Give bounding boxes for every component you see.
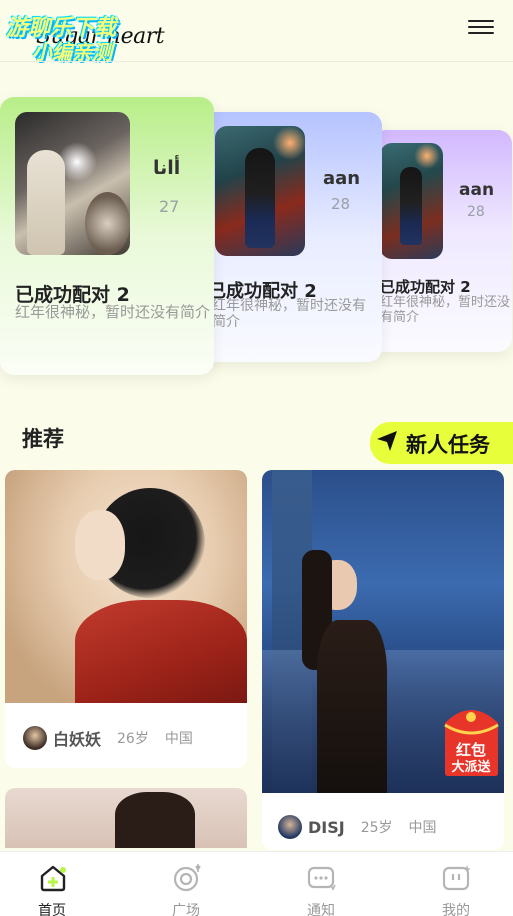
tab-notification-label: 通知 [307,903,335,916]
avatar[interactable] [23,726,47,750]
match-age: 28 [331,195,351,213]
match-name: أانا [153,157,181,179]
feed-photo [5,788,247,848]
tab-notification[interactable]: 通知 [257,852,385,916]
header-divider [0,61,513,62]
bottom-tab-bar: 首页 广场 通知 我的 [0,851,513,916]
match-intro: 红年很神秘，暂时还没有简介 [212,298,366,331]
newbie-task-button[interactable]: 新人任务 [370,422,513,464]
profile-icon [442,865,471,891]
feed-user-name: DISJ [308,817,345,837]
match-age: 27 [159,197,180,216]
app-logo: Sugar heart 游聊乐下载 小编亲测 [6,8,165,64]
tab-plaza[interactable]: 广场 [122,852,250,916]
feed-card[interactable]: DISJ 25岁 中国 [262,470,504,850]
tab-profile-label: 我的 [442,903,470,916]
recommend-title: 推荐 [22,427,64,451]
svg-text:大派送: 大派送 [451,759,491,775]
red-envelope-promo-icon[interactable]: 红包 大派送 [439,703,504,776]
match-intro: 红年很神秘，暂时还没有简介 [380,295,511,325]
tab-home-label: 首页 [38,903,66,916]
plaza-icon [173,864,201,892]
feed-user-location: 中国 [164,731,193,747]
match-name: aan [459,180,495,200]
feed-user-age: 25岁 [360,820,393,836]
feed-photo [5,470,247,703]
match-card-1[interactable]: أانا 27 已成功配对 2 红年很神秘，暂时还没有简介 [0,97,214,375]
feed-card[interactable]: 白妖妖 26岁 中国 [5,470,247,768]
tab-profile[interactable]: 我的 [392,852,513,916]
home-icon [40,865,66,892]
match-card-2[interactable]: aan 28 已成功配对 2 红年很神秘，暂时还没有简介 [200,112,382,362]
feed-user-location: 中国 [408,820,437,836]
notification-icon [307,866,336,891]
newbie-task-label: 新人任务 [406,433,490,457]
match-name: aan [323,168,361,189]
menu-icon[interactable] [468,16,494,40]
app-header: Sugar heart 游聊乐下载 小编亲测 [0,0,513,64]
feed-user-name: 白妖妖 [53,730,102,749]
feed-meta: 白妖妖 26岁 中国 [23,726,193,750]
feed-meta: DISJ 25岁 中国 [278,815,437,839]
tab-plaza-label: 广场 [172,903,200,916]
tab-home[interactable]: 首页 [0,852,116,916]
match-card-3[interactable]: aan 28 已成功配对 2 红年很神秘，暂时还没有简介 [372,130,512,352]
feed-user-age: 26岁 [117,731,149,747]
match-photo [215,126,305,256]
feed-card[interactable] [5,788,247,848]
match-age: 28 [467,204,485,220]
send-arrow-icon [377,431,397,451]
avatar[interactable] [278,815,302,839]
svg-text:红包: 红包 [456,741,486,759]
match-photo [15,112,130,255]
match-photo [380,143,443,259]
match-intro: 红年很神秘，暂时还没有简介 [15,303,211,321]
match-title: 已成功配对 2 [380,278,471,296]
